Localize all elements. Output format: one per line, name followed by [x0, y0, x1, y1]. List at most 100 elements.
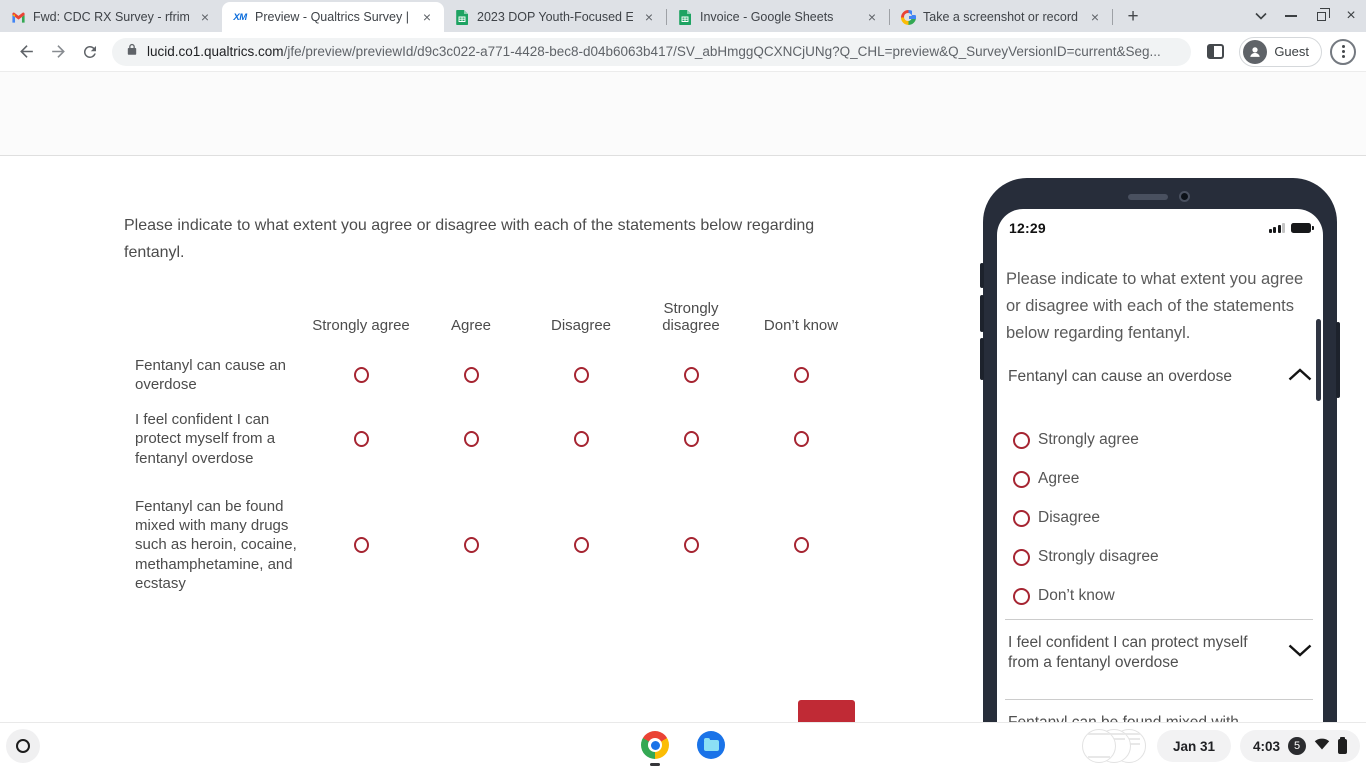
tab-gmail[interactable]: Fwd: CDC RX Survey - rfrimpon ×: [0, 2, 222, 32]
radio-button[interactable]: [574, 431, 589, 447]
phone-option[interactable]: Strongly disagree: [1013, 546, 1159, 568]
phone-option[interactable]: Disagree: [1013, 507, 1159, 529]
tab-close-button[interactable]: ×: [196, 8, 214, 26]
radio-button[interactable]: [1013, 549, 1030, 566]
matrix-header-row: Strongly agree Agree Disagree Strongly d…: [135, 286, 856, 334]
matrix-row: Fentanyl can cause an overdose: [135, 347, 856, 403]
phone-screen: 12:29 Please indicate to what extent you…: [997, 209, 1323, 722]
radio-button[interactable]: [464, 537, 479, 553]
radio-button[interactable]: [574, 367, 589, 383]
radio-button[interactable]: [794, 431, 809, 447]
next-button[interactable]: →: [798, 700, 855, 722]
reload-button[interactable]: [74, 36, 106, 68]
chrome-app-icon[interactable]: [641, 731, 669, 759]
matrix-row: Fentanyl can be found mixed with many dr…: [135, 487, 856, 603]
accordion-item-1[interactable]: Fentanyl can cause an overdose: [1008, 367, 1313, 387]
radio-button[interactable]: [794, 367, 809, 383]
radio-button[interactable]: [1013, 432, 1030, 449]
column-header: Disagree: [526, 317, 636, 334]
back-button[interactable]: [10, 36, 42, 68]
column-header: Strongly agree: [306, 317, 416, 334]
phone-option[interactable]: Strongly agree: [1013, 429, 1159, 451]
tab-sheets-invoice[interactable]: Invoice - Google Sheets ×: [667, 2, 889, 32]
minimize-button[interactable]: [1276, 1, 1306, 31]
matrix-question-table: Strongly agree Agree Disagree Strongly d…: [135, 286, 856, 603]
chrome-running-indicator: [650, 763, 660, 766]
tab-close-button[interactable]: ×: [640, 8, 658, 26]
accordion-item-2[interactable]: I feel confident I can protect myself fr…: [1008, 633, 1313, 673]
radio-button[interactable]: [684, 537, 699, 553]
url-bar[interactable]: lucid.co1.qualtrics.com/jfe/preview/prev…: [112, 38, 1191, 66]
tab-close-button[interactable]: ×: [863, 8, 881, 26]
profile-label: Guest: [1274, 44, 1309, 59]
phone-scrollbar[interactable]: [1316, 319, 1321, 401]
side-panel-button[interactable]: [1199, 36, 1231, 68]
date-pill[interactable]: Jan 31: [1157, 730, 1231, 762]
radio-button[interactable]: [354, 367, 369, 383]
radio-button[interactable]: [1013, 471, 1030, 488]
phone-status-bar: 12:29: [1009, 218, 1311, 238]
radio-button[interactable]: [684, 367, 699, 383]
chevron-up-icon: [1287, 367, 1313, 387]
radio-button[interactable]: [354, 537, 369, 553]
chevron-down-icon: [1287, 643, 1313, 663]
column-header: Strongly disagree: [636, 300, 746, 334]
tab-sheets-dop[interactable]: 2023 DOP Youth-Focused Envi ×: [444, 2, 666, 32]
mobile-preview-device: 12:29 Please indicate to what extent you…: [983, 178, 1337, 722]
survey-question-text: Please indicate to what extent you agree…: [124, 212, 848, 266]
profile-button[interactable]: Guest: [1239, 37, 1322, 67]
phone-clock: 12:29: [1009, 220, 1046, 236]
wifi-icon: [1314, 737, 1330, 755]
forward-button[interactable]: [42, 36, 74, 68]
radio-button[interactable]: [684, 431, 699, 447]
quick-settings-pill[interactable]: 4:03 5: [1240, 730, 1360, 762]
screenshot-thumbnails[interactable]: [1082, 729, 1148, 763]
google-g-icon: [900, 9, 916, 25]
divider: [1005, 619, 1313, 620]
phone-option[interactable]: Agree: [1013, 468, 1159, 490]
column-header: Agree: [416, 317, 526, 334]
radio-button[interactable]: [574, 537, 589, 553]
tab-close-button[interactable]: ×: [418, 8, 436, 26]
tab-title: Fwd: CDC RX Survey - rfrimpon: [33, 10, 189, 24]
screenshot-thumbnail[interactable]: [1082, 729, 1116, 763]
phone-volume-up-button: [980, 295, 984, 332]
radio-button[interactable]: [794, 537, 809, 553]
row-label: Fentanyl can be found mixed with many dr…: [135, 497, 306, 593]
accordion-item-3-clipped[interactable]: Fentanyl can be found mixed with: [1008, 714, 1298, 722]
tab-search-button[interactable]: [1246, 1, 1276, 31]
shelf-status-tray: Jan 31 4:03 5: [1082, 729, 1360, 763]
browser-menu-button[interactable]: [1330, 39, 1356, 65]
radio-button[interactable]: [464, 367, 479, 383]
browser-tab-strip: Fwd: CDC RX Survey - rfrimpon × XM Previ…: [0, 0, 1366, 32]
tab-title: Take a screenshot or record yo: [923, 10, 1079, 24]
row-label: Fentanyl can cause an overdose: [135, 356, 306, 394]
launcher-button[interactable]: [6, 729, 40, 763]
browser-navbar: lucid.co1.qualtrics.com/jfe/preview/prev…: [0, 32, 1366, 72]
close-window-button[interactable]: ×: [1336, 1, 1366, 31]
files-app-icon[interactable]: [697, 731, 725, 759]
signal-bars-icon: [1269, 223, 1286, 233]
qualtrics-preview-toolbar: Restart Survey Place Bookmark Tools Shar…: [0, 72, 1366, 156]
radio-button[interactable]: [354, 431, 369, 447]
gmail-icon: [10, 9, 26, 25]
tab-google-search[interactable]: Take a screenshot or record yo ×: [890, 2, 1112, 32]
tab-close-button[interactable]: ×: [1086, 8, 1104, 26]
launcher-ring-icon: [16, 739, 30, 753]
battery-icon: [1291, 223, 1311, 233]
tab-title: 2023 DOP Youth-Focused Envi: [477, 10, 633, 24]
radio-button[interactable]: [1013, 588, 1030, 605]
survey-preview-content: Please indicate to what extent you agree…: [0, 156, 1366, 722]
tab-qualtrics-preview[interactable]: XM Preview - Qualtrics Survey | Qu ×: [222, 2, 444, 32]
folder-icon: [704, 740, 719, 751]
radio-button[interactable]: [464, 431, 479, 447]
new-tab-button[interactable]: +: [1119, 3, 1147, 31]
phone-option[interactable]: Don’t know: [1013, 585, 1159, 607]
radio-button[interactable]: [1013, 510, 1030, 527]
tab-divider: [1112, 9, 1113, 25]
phone-mute-switch: [980, 263, 984, 288]
site-security-lock-icon[interactable]: [126, 43, 138, 61]
restore-button[interactable]: [1306, 1, 1336, 31]
shelf-battery-icon: [1338, 739, 1347, 754]
column-header: Don’t know: [746, 317, 856, 334]
